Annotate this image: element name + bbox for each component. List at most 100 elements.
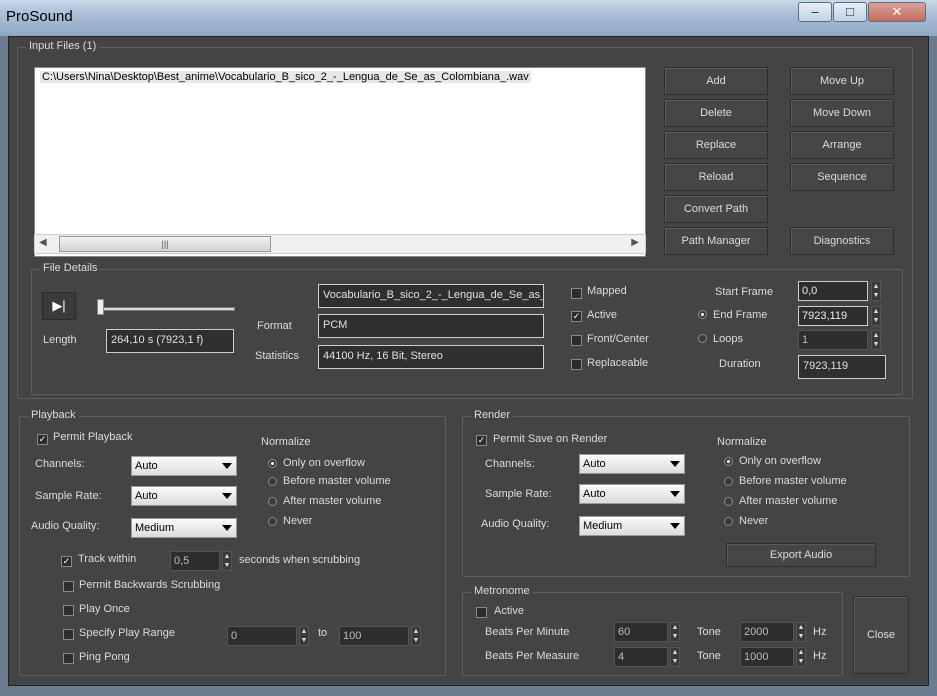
scrub-slider-track[interactable] <box>102 307 235 311</box>
r-audio-quality-select[interactable]: Medium <box>579 516 685 536</box>
track-within-input[interactable]: 0,5 <box>170 551 220 571</box>
metronome-active-checkbox[interactable] <box>476 607 487 618</box>
move-down-button[interactable]: Move Down <box>790 99 894 127</box>
prosound-dialog: Input Files (1) C:\Users\Nina\Desktop\Be… <box>8 36 929 686</box>
diagnostics-button[interactable]: Diagnostics <box>790 227 894 255</box>
tone1-input[interactable]: 2000 <box>740 622 794 642</box>
track-within-checkbox[interactable]: ✓ <box>61 556 72 567</box>
dropdown-arrow-icon <box>222 525 232 531</box>
replaceable-checkbox[interactable] <box>571 359 582 370</box>
format-label: Format <box>257 320 292 332</box>
r-normalize-radio-0[interactable] <box>724 457 733 466</box>
pb-normalize-option: Before master volume <box>283 475 391 487</box>
range-from-input[interactable]: 0 <box>227 626 297 646</box>
hz-label-2: Hz <box>813 650 827 662</box>
track-within-spinner-icon[interactable]: ▲ ▼ <box>222 551 232 571</box>
loops-spinner-icon[interactable]: ▲ ▼ <box>871 330 881 350</box>
pb-channels-select[interactable]: Auto <box>131 456 237 476</box>
close-button[interactable]: Close <box>853 596 909 674</box>
start-frame-spinner-icon[interactable]: ▲ ▼ <box>871 281 881 301</box>
pb-normalize-option: Only on overflow <box>283 457 365 469</box>
specify-range-checkbox[interactable] <box>63 629 74 640</box>
play-icon[interactable]: ▶| <box>42 292 76 320</box>
filename-field: Vocabulario_B_sico_2_-_Lengua_de_Se_as_C <box>318 284 544 308</box>
r-audio-quality-label: Audio Quality: <box>481 518 550 530</box>
length-value: 264,10 s (7923,1 f) <box>106 329 234 353</box>
range-from-spinner-icon[interactable]: ▲ ▼ <box>299 626 309 646</box>
range-to-input[interactable]: 100 <box>339 626 409 646</box>
r-normalize-radio-1[interactable] <box>724 477 733 486</box>
mapped-label: Mapped <box>587 285 627 297</box>
play-once-checkbox[interactable] <box>63 605 74 616</box>
permit-playback-checkbox[interactable]: ✓ <box>37 434 48 445</box>
bpmeas-input[interactable]: 4 <box>614 647 668 667</box>
replace-button[interactable]: Replace <box>664 131 768 159</box>
front-center-checkbox[interactable] <box>571 335 582 346</box>
pb-normalize-radio-2[interactable] <box>268 497 277 506</box>
bpm-spinner-icon[interactable]: ▲ ▼ <box>670 622 680 642</box>
mapped-checkbox[interactable] <box>571 288 582 299</box>
r-normalize-label: Normalize <box>717 436 767 448</box>
pb-sample-rate-select[interactable]: Auto <box>131 486 237 506</box>
r-normalize-radio-2[interactable] <box>724 497 733 506</box>
scroll-right-icon[interactable]: ▶ <box>631 237 639 248</box>
bpm-label: Beats Per Minute <box>485 626 570 638</box>
tone2-input[interactable]: 1000 <box>740 647 794 667</box>
bpmeas-label: Beats Per Measure <box>485 650 580 662</box>
specify-range-label: Specify Play Range <box>79 627 175 639</box>
tone1-spinner-icon[interactable]: ▲ ▼ <box>796 622 806 642</box>
track-within-suffix: seconds when scrubbing <box>239 554 361 566</box>
window-close-button[interactable]: ✕ <box>868 2 926 22</box>
sequence-button[interactable]: Sequence <box>790 163 894 191</box>
file-list[interactable]: C:\Users\Nina\Desktop\Best_anime\Vocabul… <box>34 67 646 257</box>
active-checkbox[interactable]: ✓ <box>571 311 582 322</box>
dropdown-arrow-icon <box>670 491 680 497</box>
r-channels-select[interactable]: Auto <box>579 454 685 474</box>
r-channels-value: Auto <box>583 458 606 470</box>
pb-audio-quality-select[interactable]: Medium <box>131 518 237 538</box>
scrub-slider-handle[interactable] <box>97 299 104 315</box>
move-up-button[interactable]: Move Up <box>790 67 894 95</box>
pb-sample-rate-label: Sample Rate: <box>35 490 102 502</box>
range-to-label: to <box>318 627 328 639</box>
add-button[interactable]: Add <box>664 67 768 95</box>
backwards-scrub-checkbox[interactable] <box>63 581 74 592</box>
scroll-left-icon[interactable]: ◀ <box>39 237 47 248</box>
r-sample-rate-select[interactable]: Auto <box>579 484 685 504</box>
permit-playback-label: Permit Playback <box>53 431 133 443</box>
bpmeas-spinner-icon[interactable]: ▲ ▼ <box>670 647 680 667</box>
minimize-button[interactable]: – <box>798 2 832 22</box>
loops-input[interactable]: 1 <box>798 330 868 350</box>
permit-save-checkbox[interactable]: ✓ <box>476 435 487 446</box>
scroll-thumb[interactable]: ||| <box>59 236 271 252</box>
maximize-button[interactable]: □ <box>833 2 867 22</box>
end-frame-spinner-icon[interactable]: ▲ ▼ <box>871 306 881 326</box>
dropdown-arrow-icon <box>670 461 680 467</box>
horizontal-scrollbar[interactable]: ◀ ||| ▶ <box>34 234 646 254</box>
reload-button[interactable]: Reload <box>664 163 768 191</box>
arrange-button[interactable]: Arrange <box>790 131 894 159</box>
ping-pong-checkbox[interactable] <box>63 653 74 664</box>
permit-save-label: Permit Save on Render <box>493 433 608 445</box>
path-manager-button[interactable]: Path Manager <box>664 227 768 255</box>
delete-button[interactable]: Delete <box>664 99 768 127</box>
convert-path-button[interactable]: Convert Path <box>664 195 768 223</box>
format-field: PCM <box>318 314 544 338</box>
start-frame-input[interactable]: 0,0 <box>798 281 868 301</box>
file-list-item[interactable]: C:\Users\Nina\Desktop\Best_anime\Vocabul… <box>40 71 531 83</box>
length-label: Length <box>43 334 77 346</box>
dropdown-arrow-icon <box>670 523 680 529</box>
bpm-input[interactable]: 60 <box>614 622 668 642</box>
input-files-title: Input Files (1) <box>26 40 100 52</box>
end-frame-input[interactable]: 7923,119 <box>798 306 868 326</box>
loops-radio[interactable] <box>698 334 707 343</box>
file-details-title: File Details <box>40 262 101 274</box>
r-normalize-radio-3[interactable] <box>724 517 733 526</box>
end-frame-radio[interactable] <box>698 310 707 319</box>
pb-normalize-radio-1[interactable] <box>268 477 277 486</box>
pb-normalize-radio-3[interactable] <box>268 517 277 526</box>
range-to-spinner-icon[interactable]: ▲ ▼ <box>411 626 421 646</box>
tone2-spinner-icon[interactable]: ▲ ▼ <box>796 647 806 667</box>
pb-normalize-radio-0[interactable] <box>268 459 277 468</box>
export-audio-button[interactable]: Export Audio <box>726 543 876 567</box>
